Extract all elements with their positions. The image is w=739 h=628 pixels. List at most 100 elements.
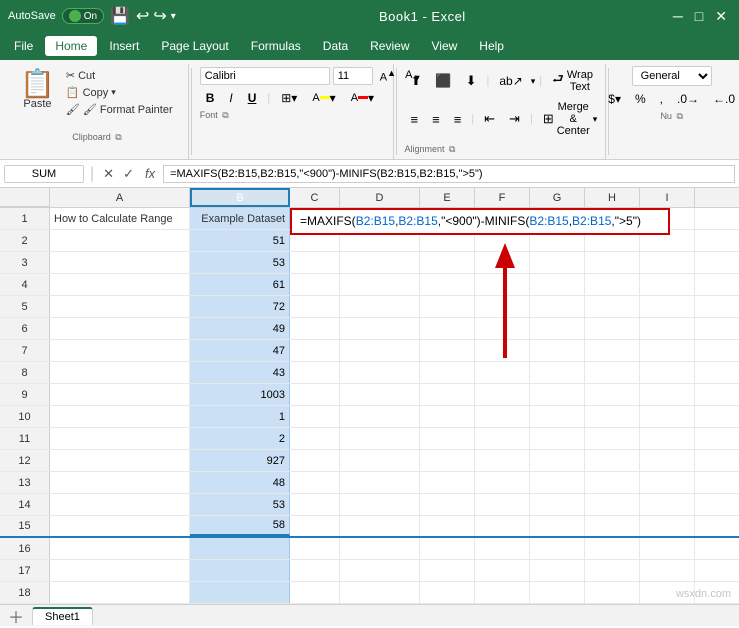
align-top-button[interactable]: ⬆ [405, 70, 428, 92]
cell-b8[interactable]: 43 [190, 362, 290, 383]
cell-h18[interactable] [585, 582, 640, 603]
row-header-17[interactable]: 17 [0, 560, 50, 581]
name-box[interactable] [4, 165, 84, 183]
autosave-toggle[interactable]: On [62, 8, 104, 24]
decrease-decimal-button[interactable]: ←.0 [707, 89, 739, 109]
cell-f12[interactable] [475, 450, 530, 471]
row-header-2[interactable]: 2 [0, 230, 50, 251]
cell-a13[interactable] [50, 472, 190, 493]
cell-i10[interactable] [640, 406, 695, 427]
cell-i12[interactable] [640, 450, 695, 471]
cell-d10[interactable] [340, 406, 420, 427]
cell-d8[interactable] [340, 362, 420, 383]
col-header-h[interactable]: H [585, 188, 640, 207]
cell-d11[interactable] [340, 428, 420, 449]
cell-h4[interactable] [585, 274, 640, 295]
cell-e12[interactable] [420, 450, 475, 471]
cell-d4[interactable] [340, 274, 420, 295]
cell-c13[interactable] [290, 472, 340, 493]
cell-c17[interactable] [290, 560, 340, 581]
cell-i16[interactable] [640, 538, 695, 559]
cell-h8[interactable] [585, 362, 640, 383]
cell-h14[interactable] [585, 494, 640, 515]
cell-a15[interactable] [50, 516, 190, 536]
number-format-select[interactable]: General [632, 66, 712, 86]
row-header-9[interactable]: 9 [0, 384, 50, 405]
cell-e11[interactable] [420, 428, 475, 449]
cell-a3[interactable] [50, 252, 190, 273]
cell-b14[interactable]: 53 [190, 494, 290, 515]
cell-a2[interactable] [50, 230, 190, 251]
cell-g18[interactable] [530, 582, 585, 603]
increase-decimal-button[interactable]: .0→ [671, 89, 705, 109]
cell-h17[interactable] [585, 560, 640, 581]
cell-a17[interactable] [50, 560, 190, 581]
cell-c9[interactable] [290, 384, 340, 405]
cell-b6[interactable]: 49 [190, 318, 290, 339]
cell-f17[interactable] [475, 560, 530, 581]
confirm-formula-button[interactable]: ✓ [120, 166, 137, 182]
alignment-expand[interactable]: ⧉ [449, 144, 455, 154]
cell-f11[interactable] [475, 428, 530, 449]
row-header-14[interactable]: 14 [0, 494, 50, 515]
cell-a8[interactable] [50, 362, 190, 383]
cell-b10[interactable]: 1 [190, 406, 290, 427]
menu-review[interactable]: Review [360, 36, 419, 56]
cell-d18[interactable] [340, 582, 420, 603]
cell-e14[interactable] [420, 494, 475, 515]
cell-i9[interactable] [640, 384, 695, 405]
cell-g15[interactable] [530, 516, 585, 536]
cell-h11[interactable] [585, 428, 640, 449]
cell-i17[interactable] [640, 560, 695, 581]
cell-i14[interactable] [640, 494, 695, 515]
cell-d6[interactable] [340, 318, 420, 339]
cell-g7[interactable] [530, 340, 585, 361]
row-header-16[interactable]: 16 [0, 538, 50, 559]
cell-h16[interactable] [585, 538, 640, 559]
cell-c4[interactable] [290, 274, 340, 295]
cell-g9[interactable] [530, 384, 585, 405]
cell-h6[interactable] [585, 318, 640, 339]
bold-button[interactable]: B [200, 88, 221, 108]
cell-a7[interactable] [50, 340, 190, 361]
cell-c8[interactable] [290, 362, 340, 383]
cell-b11[interactable]: 2 [190, 428, 290, 449]
align-right-button[interactable]: ≡ [448, 109, 468, 130]
add-sheet-button[interactable]: ＋ [4, 604, 28, 628]
cell-d16[interactable] [340, 538, 420, 559]
cell-g14[interactable] [530, 494, 585, 515]
cell-g17[interactable] [530, 560, 585, 581]
cell-c11[interactable] [290, 428, 340, 449]
close-btn[interactable]: ✕ [711, 8, 731, 25]
cell-d3[interactable] [340, 252, 420, 273]
cell-e8[interactable] [420, 362, 475, 383]
cell-b7[interactable]: 47 [190, 340, 290, 361]
row-header-13[interactable]: 13 [0, 472, 50, 493]
cell-b13[interactable]: 48 [190, 472, 290, 493]
cell-b3[interactable]: 53 [190, 252, 290, 273]
row-header-10[interactable]: 10 [0, 406, 50, 427]
copy-button[interactable]: 📋 Copy ▾ [63, 85, 176, 100]
row-header-5[interactable]: 5 [0, 296, 50, 317]
col-header-i[interactable]: I [640, 188, 695, 207]
clipboard-expand[interactable]: ⧉ [115, 132, 121, 142]
row-header-6[interactable]: 6 [0, 318, 50, 339]
cell-e15[interactable] [420, 516, 475, 536]
cell-b1[interactable]: Example Dataset [190, 208, 290, 229]
cell-e5[interactable] [420, 296, 475, 317]
wrap-text-button[interactable]: ⮐ Wrap Text [546, 66, 599, 96]
col-header-d[interactable]: D [340, 188, 420, 207]
cell-c10[interactable] [290, 406, 340, 427]
cell-d17[interactable] [340, 560, 420, 581]
menu-home[interactable]: Home [45, 36, 97, 56]
cell-b9[interactable]: 1003 [190, 384, 290, 405]
cell-i15[interactable] [640, 516, 695, 536]
cell-c7[interactable] [290, 340, 340, 361]
cell-g10[interactable] [530, 406, 585, 427]
cell-c6[interactable] [290, 318, 340, 339]
col-header-f[interactable]: F [475, 188, 530, 207]
row-header-7[interactable]: 7 [0, 340, 50, 361]
cell-f13[interactable] [475, 472, 530, 493]
cell-d12[interactable] [340, 450, 420, 471]
cell-e4[interactable] [420, 274, 475, 295]
